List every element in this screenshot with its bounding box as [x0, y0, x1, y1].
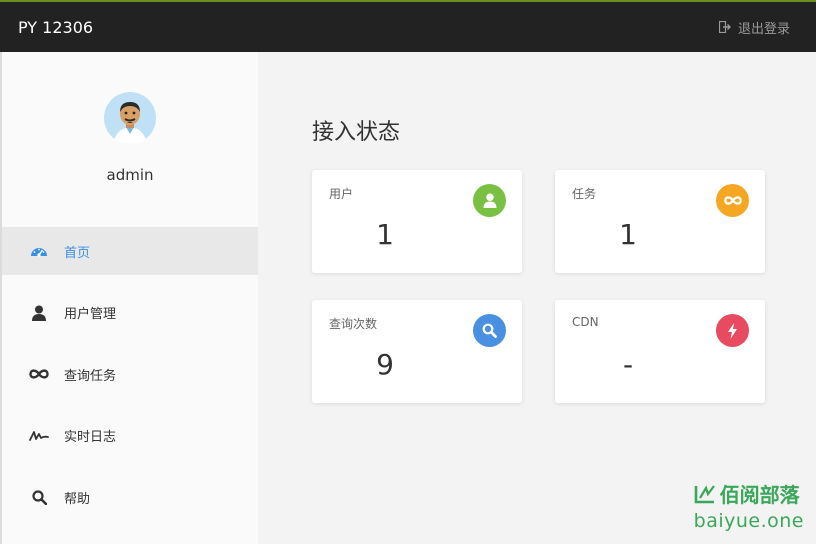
sidebar-item-logs[interactable]: 实时日志 [2, 412, 258, 460]
user-icon [28, 304, 50, 322]
page-title: 接入状态 [312, 120, 401, 145]
sidebar-item-help[interactable]: 帮助 [2, 473, 258, 521]
stat-value: 9 [376, 348, 394, 381]
user-profile: admin [2, 92, 258, 184]
app-title[interactable]: PY 12306 [18, 18, 93, 37]
search-icon [28, 488, 50, 506]
stat-value: 1 [376, 218, 394, 251]
sign-out-icon [718, 21, 731, 33]
watermark-title-row: 佰阅部落 [694, 479, 804, 508]
watermark-title: 佰阅部落 [719, 483, 800, 507]
top-navbar: PY 12306 退出登录 [0, 0, 816, 52]
sidebar-item-label: 帮助 [64, 491, 91, 507]
sidebar-nav: 首页 用户管理 查询任务 实时日志 帮助 [2, 227, 258, 521]
username: admin [106, 166, 154, 184]
sidebar-item-label: 实时日志 [64, 430, 117, 445]
sidebar-item-home[interactable]: 首页 [2, 227, 258, 275]
main-content: 接入状态 用户 1 任务 1 查询次数 9 CDN - [258, 52, 816, 544]
dashboard-icon [28, 242, 50, 260]
sidebar-item-label: 用户管理 [64, 307, 117, 322]
sidebar-item-label: 查询任务 [64, 368, 117, 384]
avatar [104, 92, 156, 144]
sidebar: admin 首页 用户管理 查询任务 实时日志 帮助 [0, 52, 258, 544]
watermark-logo-icon [694, 484, 715, 503]
signature-icon [28, 427, 50, 445]
stat-card-cdn: CDN - [555, 300, 765, 403]
stat-card-users: 用户 1 [312, 170, 522, 273]
stat-value: 1 [619, 218, 637, 251]
stat-value: - [622, 348, 634, 381]
watermark-url: baiyue.one [693, 510, 804, 532]
stat-label: 任务 [572, 187, 597, 201]
stat-card-tasks: 任务 1 [555, 170, 765, 273]
bolt-icon [716, 314, 749, 347]
user-icon [473, 184, 506, 217]
infinity-icon [28, 365, 50, 383]
logout-button[interactable]: 退出登录 [718, 18, 790, 37]
stat-label: CDN [572, 315, 599, 329]
stat-card-queries: 查询次数 9 [312, 300, 522, 403]
search-icon [473, 314, 506, 347]
sidebar-item-label: 首页 [64, 245, 91, 261]
watermark: 佰阅部落 baiyue.one [694, 479, 804, 532]
stat-label: 用户 [329, 187, 354, 201]
logout-label: 退出登录 [737, 21, 790, 37]
stat-label: 查询次数 [329, 317, 378, 331]
sidebar-item-users[interactable]: 用户管理 [2, 289, 258, 337]
infinity-icon [716, 184, 749, 217]
sidebar-item-tasks[interactable]: 查询任务 [2, 350, 258, 398]
